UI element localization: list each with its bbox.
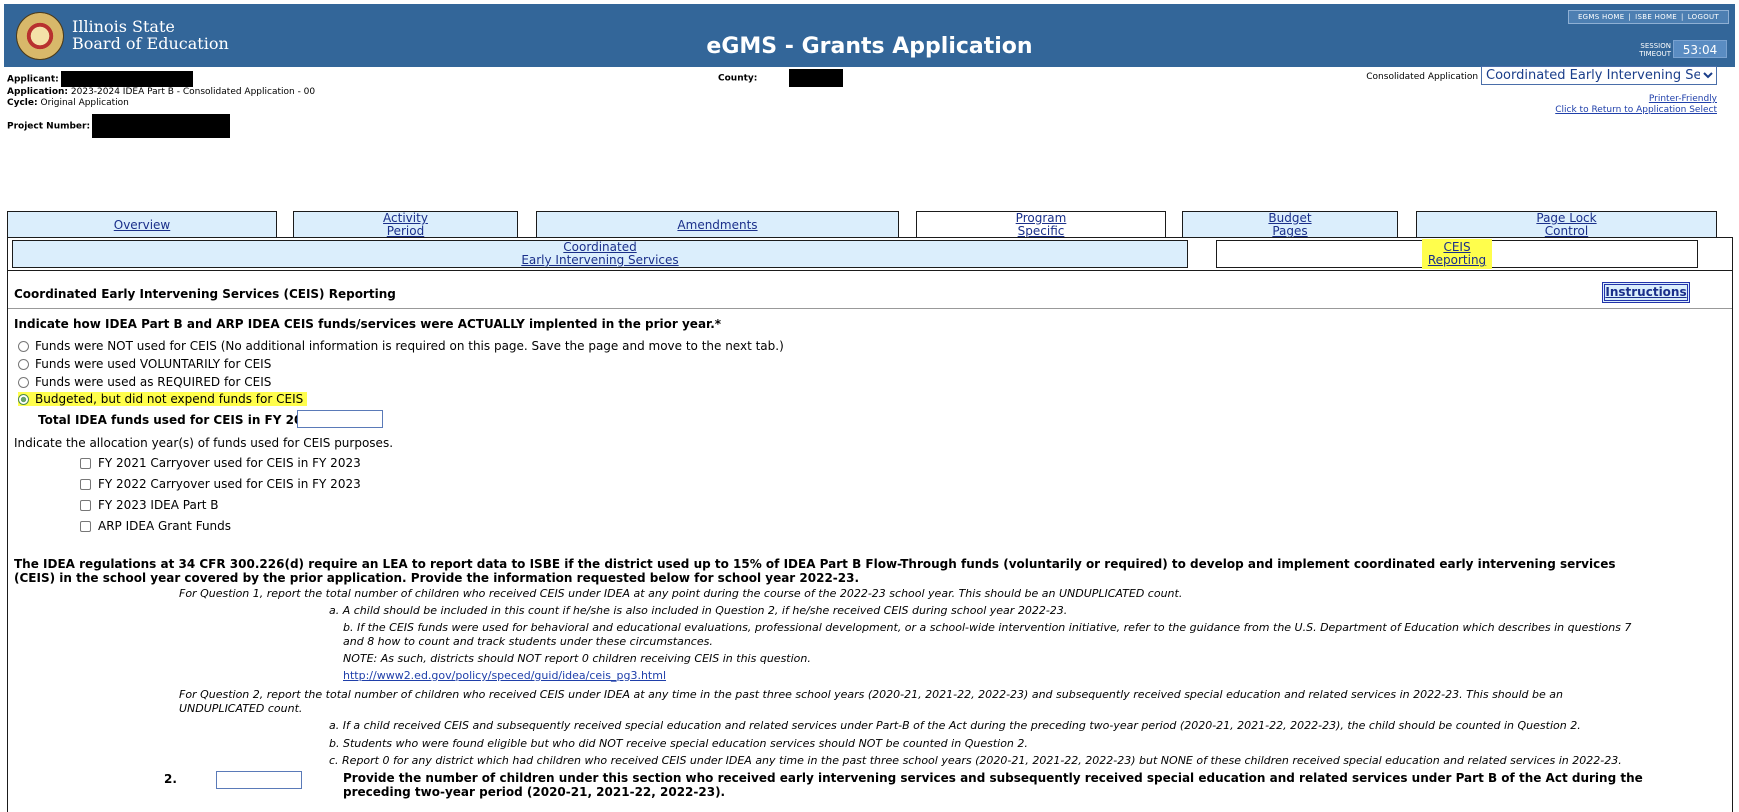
question-2-input[interactable] bbox=[216, 771, 302, 789]
option-budgeted-not-expended[interactable]: Budgeted, but did not expend funds for C… bbox=[18, 392, 308, 406]
app-header: Illinois State Board of Education eGMS -… bbox=[4, 4, 1735, 67]
fy2021-carryover-option[interactable]: FY 2021 Carryover used for CEIS in FY 20… bbox=[80, 456, 361, 470]
tab-amendments-label: Amendments bbox=[677, 217, 758, 232]
consolidated-select[interactable]: Coordinated Early Intervening Services bbox=[1481, 66, 1717, 85]
option-required-label: Funds were used as REQUIRED for CEIS bbox=[35, 375, 272, 389]
tab-budget-pages[interactable]: Budget Pages bbox=[1182, 211, 1398, 239]
radio-voluntarily[interactable] bbox=[18, 358, 29, 370]
q2-item-c: c. Report 0 for any district which had c… bbox=[329, 754, 1622, 767]
fy2023-checkbox[interactable] bbox=[80, 499, 91, 511]
section-divider bbox=[8, 308, 1732, 309]
q2-instructions: For Question 2, report the total number … bbox=[179, 688, 1563, 715]
isbe-home-link[interactable]: ISBE HOME bbox=[1631, 13, 1681, 21]
printer-friendly-link[interactable]: Printer-Friendly bbox=[1649, 94, 1717, 104]
q1-instructions: For Question 1, report the total number … bbox=[179, 587, 1183, 600]
total-funds-input[interactable] bbox=[297, 410, 383, 428]
fy2023-label: FY 2023 IDEA Part B bbox=[98, 498, 219, 512]
session-label-line2: TIMEOUT bbox=[1639, 50, 1671, 58]
tab-activity-period[interactable]: Activity Period bbox=[293, 211, 518, 239]
tab-overview-label: Overview bbox=[113, 217, 171, 232]
cycle-value: Original Application bbox=[40, 98, 129, 108]
application-label: Application: bbox=[7, 87, 69, 97]
arp-label: ARP IDEA Grant Funds bbox=[98, 519, 232, 533]
option-required[interactable]: Funds were used as REQUIRED for CEIS bbox=[18, 375, 271, 389]
fy2022-checkbox[interactable] bbox=[80, 478, 91, 490]
ed-gov-guidance-link[interactable]: http://www2.ed.gov/policy/speced/guid/id… bbox=[343, 669, 666, 683]
radio-budgeted-not-expended[interactable] bbox=[18, 393, 29, 405]
app-title: eGMS - Grants Application bbox=[706, 34, 1033, 59]
q2-item-b: b. Students who were found eligible but … bbox=[329, 737, 1028, 750]
option-voluntarily-label: Funds were used VOLUNTARILY for CEIS bbox=[35, 357, 272, 371]
fy2021-checkbox[interactable] bbox=[80, 457, 91, 469]
project-number-label: Project Number: bbox=[7, 121, 91, 132]
instructions-button[interactable]: Instructions bbox=[1602, 282, 1690, 303]
question-2-text: Provide the number of children under thi… bbox=[343, 771, 1643, 799]
ceis-question: Indicate how IDEA Part B and ARP IDEA CE… bbox=[14, 317, 722, 331]
applicant-label: Applicant: bbox=[7, 74, 59, 85]
regulation-intro: The IDEA regulations at 34 CFR 300.226(d… bbox=[14, 557, 1616, 585]
session-label-line1: SESSION bbox=[1640, 42, 1671, 50]
option-not-used[interactable]: Funds were NOT used for CEIS (No additio… bbox=[18, 339, 784, 353]
section-title: Coordinated Early Intervening Services (… bbox=[14, 287, 396, 301]
subtab-reporting-highlight: CEIS Reporting bbox=[1421, 239, 1493, 269]
fy2023-partb-option[interactable]: FY 2023 IDEA Part B bbox=[80, 498, 219, 512]
fy2021-label: FY 2021 Carryover used for CEIS in FY 20… bbox=[98, 456, 361, 470]
allocation-label: Indicate the allocation year(s) of funds… bbox=[14, 436, 394, 450]
arp-checkbox[interactable] bbox=[80, 520, 91, 532]
county-label: County: bbox=[718, 73, 758, 84]
option-budgeted-label: Budgeted, but did not expend funds for C… bbox=[35, 392, 304, 406]
q1-item-b: b. If the CEIS funds were used for behav… bbox=[343, 621, 1632, 648]
q1-item-a: a. A child should be included in this co… bbox=[329, 604, 1068, 617]
county: County: bbox=[718, 69, 843, 87]
redacted-county bbox=[788, 69, 843, 87]
application-value: 2023-2024 IDEA Part B - Consolidated App… bbox=[70, 87, 316, 97]
q1-note: NOTE: As such, districts should NOT repo… bbox=[343, 652, 811, 665]
subtab-ceis-label-2: Early Intervening Services bbox=[521, 253, 679, 267]
right-links: Printer-Friendly Click to Return to Appl… bbox=[1555, 94, 1717, 116]
session-timer: 53:04 bbox=[1673, 40, 1727, 58]
subtab-ceis[interactable]: Coordinated Early Intervening Services bbox=[12, 240, 1188, 268]
tab-amendments[interactable]: Amendments bbox=[536, 211, 899, 239]
fy2022-label: FY 2022 Carryover used for CEIS in FY 20… bbox=[98, 477, 361, 491]
logout-link[interactable]: LOGOUT bbox=[1684, 13, 1723, 21]
option-voluntarily[interactable]: Funds were used VOLUNTARILY for CEIS bbox=[18, 357, 271, 371]
egms-home-link[interactable]: EGMS HOME bbox=[1574, 13, 1629, 21]
cycle-label: Cycle: bbox=[7, 98, 38, 108]
redacted-applicant bbox=[60, 71, 193, 87]
option-not-used-label: Funds were NOT used for CEIS (No additio… bbox=[35, 339, 784, 353]
redacted-project-number bbox=[92, 114, 231, 138]
q2-item-a: a. If a child received CEIS and subseque… bbox=[329, 719, 1581, 732]
subtab-ceis-reporting[interactable]: CEIS Reporting bbox=[1216, 239, 1698, 269]
radio-not-used[interactable] bbox=[18, 340, 29, 352]
session-timeout-label: SESSION TIMEOUT bbox=[1639, 42, 1671, 58]
org-name-line1: Illinois State bbox=[72, 17, 175, 36]
tab-overview[interactable]: Overview bbox=[7, 211, 277, 239]
fy2022-carryover-option[interactable]: FY 2022 Carryover used for CEIS in FY 20… bbox=[80, 477, 361, 491]
top-links: EGMS HOME | ISBE HOME | LOGOUT bbox=[1567, 10, 1729, 24]
return-to-application-select-link[interactable]: Click to Return to Application Select bbox=[1555, 105, 1717, 115]
application-info: Applicant: Application: 2023-2024 IDEA P… bbox=[7, 71, 315, 138]
consolidated-application: Consolidated Application Coordinated Ear… bbox=[1366, 66, 1717, 85]
radio-required[interactable] bbox=[18, 376, 29, 388]
arp-idea-option[interactable]: ARP IDEA Grant Funds bbox=[80, 519, 231, 533]
tab-program-specific[interactable]: Program Specific bbox=[916, 211, 1166, 239]
total-funds-label: Total IDEA funds used for CEIS in FY 202… bbox=[38, 413, 320, 427]
subtab-reporting-label-2: Reporting bbox=[1427, 253, 1487, 267]
tab-page-lock-control[interactable]: Page Lock Control bbox=[1416, 211, 1717, 239]
question-2-number: 2. bbox=[164, 772, 177, 786]
consolidated-label: Consolidated Application bbox=[1366, 72, 1479, 82]
